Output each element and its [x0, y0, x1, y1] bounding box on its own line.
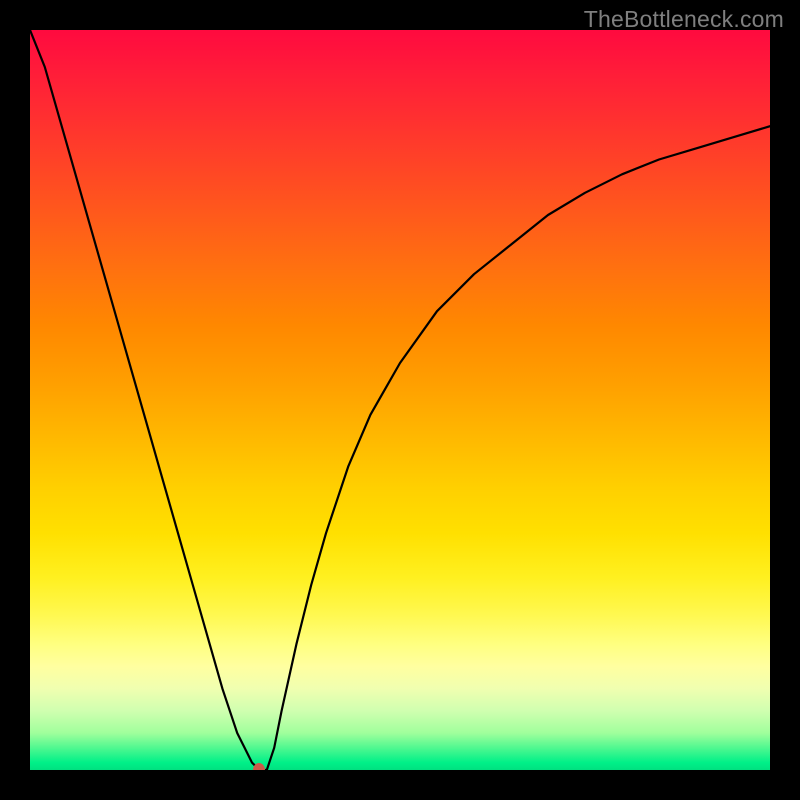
attribution-text: TheBottleneck.com — [584, 6, 784, 33]
chart-svg — [30, 30, 770, 770]
minimum-marker — [253, 763, 265, 770]
chart-plot-area — [30, 30, 770, 770]
bottleneck-curve-path — [30, 30, 770, 770]
